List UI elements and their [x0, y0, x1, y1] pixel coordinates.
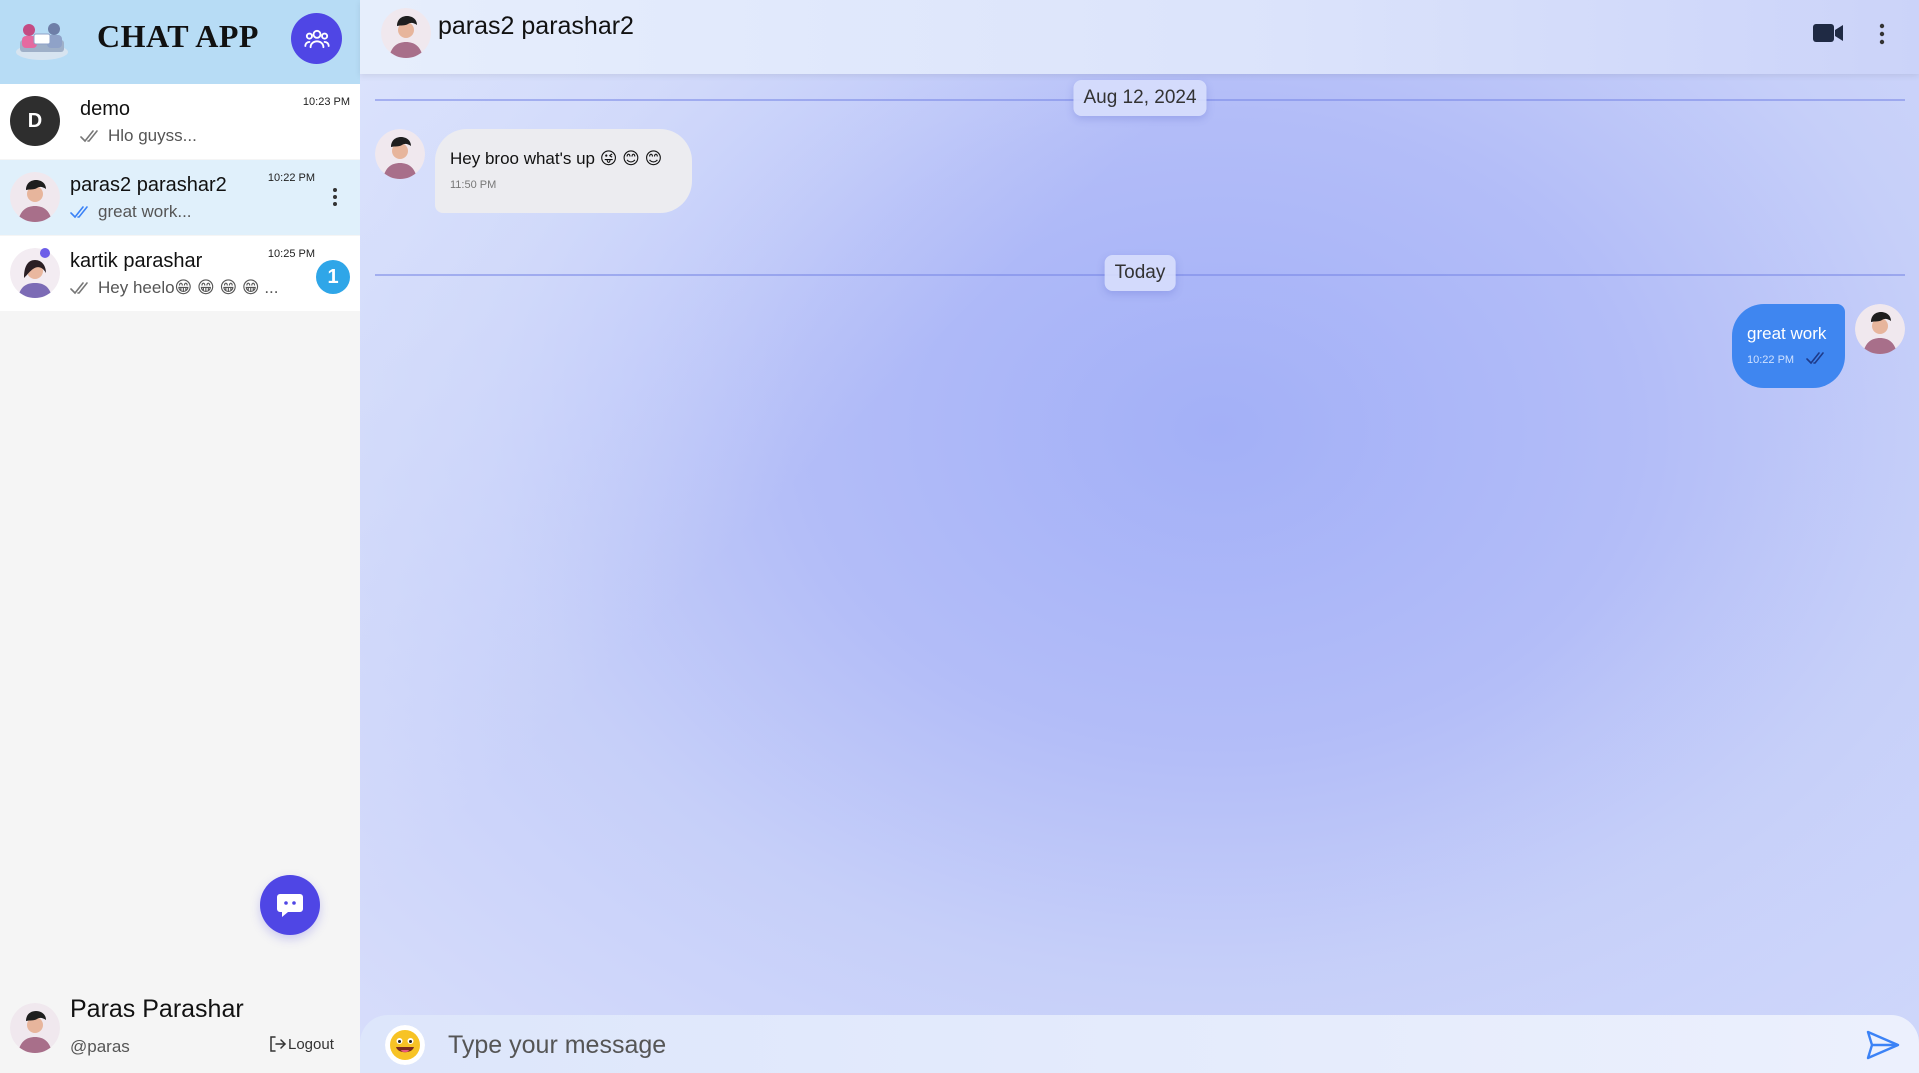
chat-icon	[277, 894, 303, 917]
kebab-menu-icon[interactable]	[332, 186, 338, 208]
profile-handle: @paras	[70, 1037, 130, 1056]
double-check-icon	[80, 129, 102, 143]
emoji-icon[interactable]	[385, 1025, 425, 1065]
message-text: Hey broo what's up 😜 😊 😊	[450, 149, 663, 168]
conversation-item-paras2[interactable]: paras2 parashar2 great work... 10:22 PM	[0, 160, 360, 235]
conversation-preview: great work...	[70, 202, 192, 222]
chat-panel: paras2 parashar2 Aug 12, 2024 Hey broo w…	[360, 0, 1919, 1073]
double-check-icon	[70, 281, 92, 295]
incoming-message-bubble[interactable]: Hey broo what's up 😜 😊 😊 11:50 PM	[435, 129, 692, 213]
preview-text: Hey heelo😁 😁 😁 😁 ...	[98, 278, 279, 297]
message-input[interactable]	[448, 1025, 1808, 1065]
conversation-preview: Hey heelo😁 😁 😁 😁 ...	[70, 278, 279, 298]
group-icon	[303, 29, 330, 48]
kebab-menu-icon[interactable]	[1878, 22, 1886, 46]
conversation-name: paras2 parashar2	[70, 174, 227, 196]
message-time: 10:22 PM	[1747, 354, 1795, 366]
preview-text: great work...	[98, 202, 192, 221]
brand-logo-icon	[16, 23, 68, 60]
date-chip: Today	[1104, 255, 1176, 291]
double-check-icon	[70, 205, 92, 219]
chat-contact-name: paras2 parashar2	[438, 12, 634, 40]
new-chat-button[interactable]	[260, 875, 320, 935]
avatar[interactable]	[10, 1003, 60, 1053]
outgoing-message-bubble[interactable]: great work 10:22 PM	[1732, 304, 1845, 388]
avatar	[1855, 304, 1905, 354]
preview-text: Hlo guyss...	[108, 126, 197, 145]
profile-name: Paras Parashar	[70, 995, 244, 1023]
new-group-button[interactable]	[291, 13, 342, 64]
message-time: 11:50 PM	[450, 179, 497, 191]
conversation-time: 10:22 PM	[267, 172, 315, 184]
online-status-dot	[40, 248, 50, 258]
chat-header: paras2 parashar2	[360, 0, 1919, 74]
current-user-profile: Paras Parashar @paras Logout	[0, 985, 360, 1073]
avatar	[10, 248, 60, 298]
date-chip: Aug 12, 2024	[1073, 80, 1207, 116]
avatar[interactable]	[381, 8, 431, 58]
avatar	[10, 172, 60, 222]
conversation-time: 10:23 PM	[302, 96, 350, 108]
video-camera-icon[interactable]	[1812, 20, 1844, 46]
avatar: D	[10, 96, 60, 146]
app-title: CHAT APP	[97, 18, 259, 54]
send-icon[interactable]	[1866, 1030, 1900, 1060]
message-composer	[360, 1015, 1919, 1073]
conversation-name: demo	[80, 98, 131, 120]
logout-label: Logout	[288, 1035, 334, 1053]
conversation-item-kartik[interactable]: kartik parashar Hey heelo😁 😁 😁 😁 ... 10:…	[0, 236, 360, 311]
logout-button[interactable]: Logout	[268, 1035, 334, 1053]
conversation-item-demo[interactable]: D demo Hlo guyss... 10:23 PM	[0, 84, 360, 159]
unread-count-badge: 1	[316, 260, 350, 294]
double-check-icon	[1805, 351, 1829, 365]
avatar	[375, 129, 425, 179]
conversation-time: 10:25 PM	[267, 248, 315, 260]
sidebar: CHAT APP D demo Hlo guyss... 10:23 PM pa…	[0, 0, 360, 1073]
brand-bar: CHAT APP	[0, 0, 360, 84]
logout-icon	[270, 1036, 286, 1052]
conversation-preview: Hlo guyss...	[80, 126, 197, 146]
conversation-name: kartik parashar	[70, 250, 203, 272]
message-text: great work	[1747, 324, 1827, 343]
